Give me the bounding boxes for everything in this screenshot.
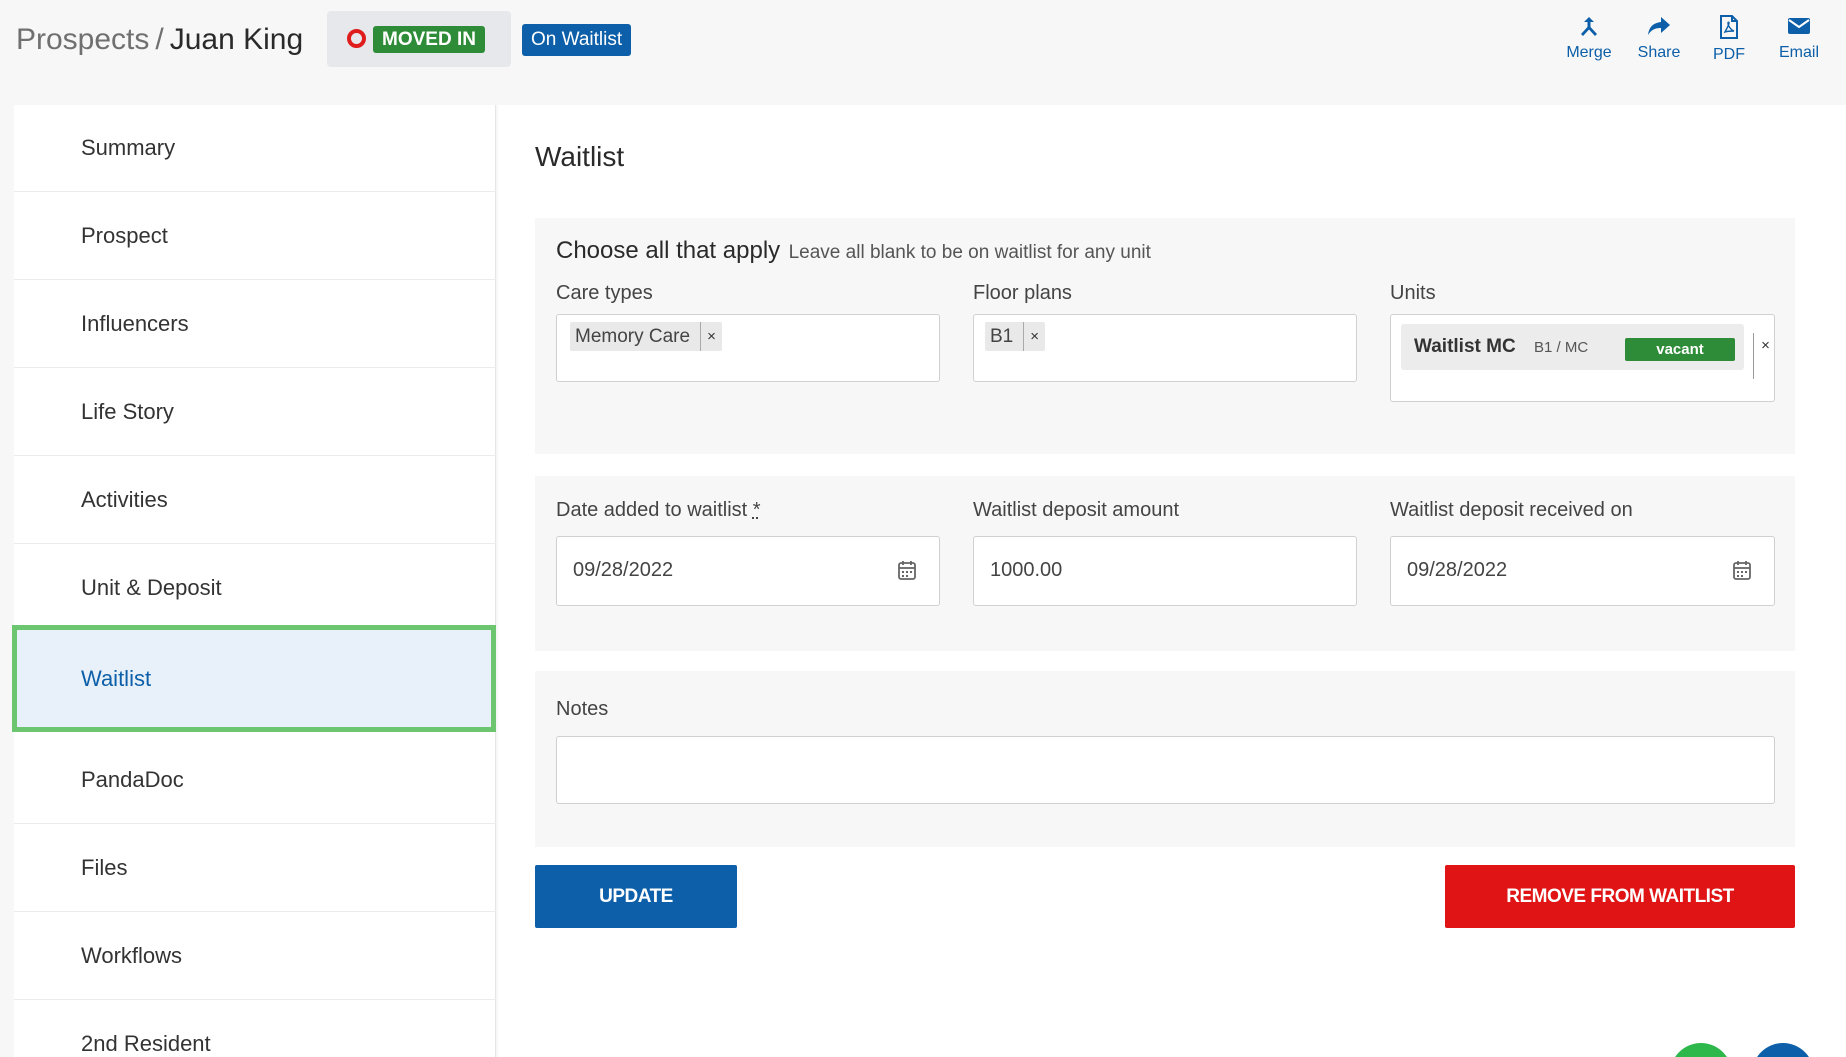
share-label: Share [1637,44,1681,61]
notes-panel: Notes [535,671,1795,847]
sidebar-nav: Summary Prospect Influencers Life Story … [12,105,496,1057]
notes-input[interactable] [556,736,1775,804]
share-icon [1648,17,1670,35]
email-button[interactable]: Email [1764,12,1834,64]
notes-label: Notes [556,698,609,720]
unit-name: Waitlist MC [1414,336,1516,357]
remove-unit-icon[interactable]: × [1753,333,1777,379]
units-label: Units [1390,282,1436,304]
care-type-chip-label: Memory Care [575,325,691,347]
deposit-amount-label: Waitlist deposit amount [973,499,1180,521]
merge-button[interactable]: Merge [1554,12,1624,64]
floor-plan-chip-label: B1 [990,325,1014,347]
sidebar-item-life-story[interactable]: Life Story [14,369,496,456]
deposit-received-value: 09/28/2022 [1407,559,1508,581]
on-waitlist-badge: On Waitlist [522,24,632,56]
pdf-label: PDF [1713,46,1745,63]
calendar-icon[interactable] [898,560,916,580]
sidebar-item-activities[interactable]: Activities [14,457,496,544]
choose-hint: Leave all blank to be on waitlist for an… [788,242,1151,263]
sidebar-item-files[interactable]: Files [14,825,496,912]
deposit-received-label: Waitlist deposit received on [1390,499,1633,521]
date-added-value: 09/28/2022 [573,559,674,581]
care-types-label: Care types [556,282,653,304]
sidebar-item-unit-deposit[interactable]: Unit & Deposit [14,545,496,632]
unit-chip: Waitlist MC B1 / MC vacant × [1401,324,1770,379]
date-added-label: Date added to waitlist * [556,499,761,522]
pdf-icon [1720,15,1738,39]
calendar-icon[interactable] [1733,560,1751,580]
breadcrumb: Prospects / Juan King [16,20,303,60]
remove-care-type-icon[interactable]: × [700,322,722,351]
choose-panel: Choose all that apply Leave all blank to… [535,218,1795,454]
sidebar-item-prospect[interactable]: Prospect [14,193,496,280]
email-label: Email [1778,44,1819,61]
pdf-button[interactable]: PDF [1694,12,1764,64]
page-title: Waitlist [535,141,625,172]
prospect-name: Juan King [169,23,304,56]
status-ring-icon [347,29,366,48]
share-button[interactable]: Share [1624,12,1694,64]
breadcrumb-separator: / [155,23,164,56]
sidebar-item-waitlist[interactable]: Waitlist [12,625,496,732]
update-button[interactable]: UPDATE [535,865,737,928]
main-content: Waitlist Choose all that apply Leave all… [498,105,1846,1057]
status-box: MOVED IN [327,11,511,67]
unit-status-badge: vacant [1625,338,1735,361]
choose-instructions: Choose all that apply Leave all blank to… [556,237,1151,265]
floor-plans-select[interactable]: B1 × [973,314,1357,382]
deposit-panel: Date added to waitlist * 09/28/2022 Wait… [535,476,1795,651]
required-marker: * [752,499,761,521]
choose-heading: Choose all that apply [556,237,781,264]
header-actions: Merge Share PDF Email [1554,12,1834,64]
email-icon [1788,18,1810,34]
moved-in-badge: MOVED IN [373,26,485,53]
date-added-field[interactable]: 09/28/2022 [556,536,940,606]
sidebar-item-influencers[interactable]: Influencers [14,281,496,368]
sidebar-item-workflows[interactable]: Workflows [14,913,496,1000]
breadcrumb-prospects-link[interactable]: Prospects [16,23,149,56]
deposit-received-field[interactable]: 09/28/2022 [1390,536,1775,606]
sidebar-item-pandadoc[interactable]: PandaDoc [14,737,496,824]
merge-icon [1581,17,1597,36]
remove-floor-plan-icon[interactable]: × [1023,322,1045,351]
units-select[interactable]: Waitlist MC B1 / MC vacant × [1390,314,1775,402]
unit-subtitle: B1 / MC [1534,339,1589,356]
deposit-amount-field[interactable]: 1000.00 [973,536,1357,606]
care-type-chip: Memory Care × [570,322,722,351]
sidebar-item-summary[interactable]: Summary [14,105,496,192]
sidebar-item-2nd-resident[interactable]: 2nd Resident [14,1001,496,1057]
merge-label: Merge [1566,44,1612,61]
floor-plans-label: Floor plans [973,282,1072,304]
deposit-amount-value: 1000.00 [990,559,1063,581]
care-types-select[interactable]: Memory Care × [556,314,940,382]
date-added-label-text: Date added to waitlist [556,499,748,521]
floor-plan-chip: B1 × [985,322,1046,351]
page-header: Prospects / Juan King MOVED IN On Waitlist… [0,0,1846,105]
remove-from-waitlist-button[interactable]: REMOVE FROM WAITLIST [1445,865,1795,928]
